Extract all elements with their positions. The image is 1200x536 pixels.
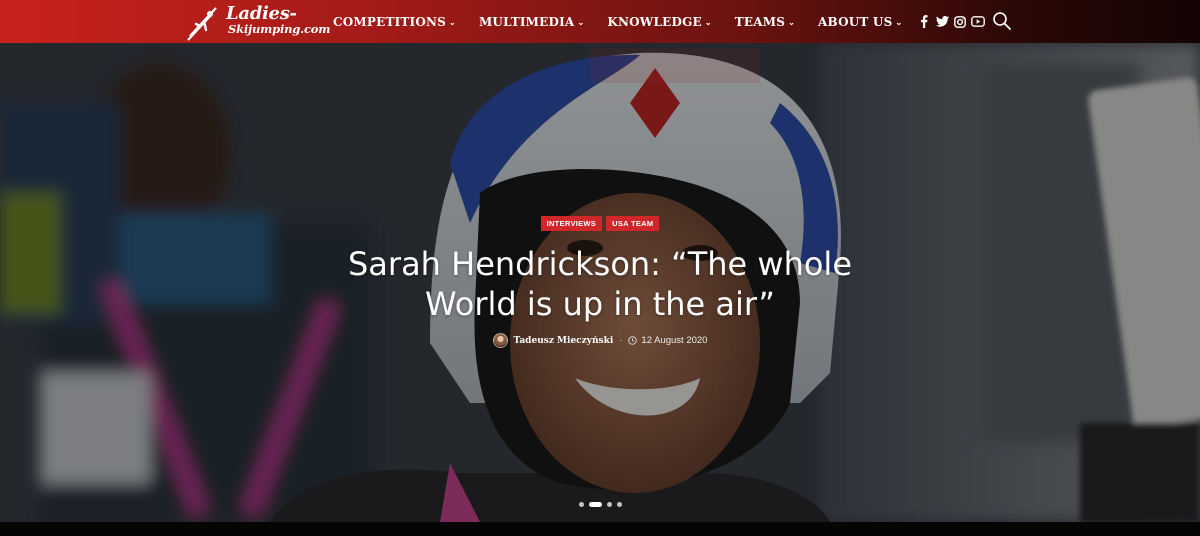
nav-teams-label: TEAMS	[734, 14, 786, 29]
logo-line-1: Ladies-	[226, 3, 297, 24]
chevron-down-icon: ⌄	[895, 17, 903, 27]
chevron-down-icon: ⌄	[788, 17, 796, 27]
nav-teams[interactable]: TEAMS ⌄	[735, 15, 795, 29]
social-links	[917, 0, 989, 43]
nav-competitions[interactable]: COMPETITIONS ⌄	[333, 15, 456, 29]
author-avatar[interactable]	[492, 333, 508, 348]
site-header: Ladies- Skijumping.com COMPETITIONS ⌄ MU…	[0, 0, 1200, 43]
clock-icon	[628, 336, 638, 345]
slider-dot[interactable]	[616, 502, 622, 507]
slider-pagination	[0, 502, 1200, 507]
article-meta: Tadeusz Mieczyński · 12 August 2020	[0, 333, 1200, 348]
nav-knowledge[interactable]: KNOWLEDGE ⌄	[607, 15, 711, 29]
chevron-down-icon: ⌄	[449, 17, 456, 27]
nav-knowledge-label: KNOWLEDGE	[607, 14, 702, 29]
search-icon[interactable]	[992, 11, 1012, 31]
meta-separator: ·	[619, 335, 623, 346]
logo-wordmark: Ladies- Skijumping.com	[226, 5, 330, 36]
chevron-down-icon: ⌄	[577, 17, 585, 27]
logo-line-2: Skijumping.com	[228, 22, 331, 36]
chevron-down-icon: ⌄	[704, 17, 712, 27]
ski-jumper-logo-icon	[187, 7, 217, 41]
youtube-icon[interactable]	[971, 15, 985, 29]
main-nav: COMPETITIONS ⌄ MULTIMEDIA ⌄ KNOWLEDGE ⌄ …	[333, 0, 925, 43]
category-badges: INTERVIEWS USA TEAM	[0, 216, 1200, 231]
featured-slider[interactable]: INTERVIEWS USA TEAM Sarah Hendrickson: “…	[0, 43, 1200, 522]
nav-multimedia[interactable]: MULTIMEDIA ⌄	[479, 15, 584, 29]
twitter-icon[interactable]	[935, 15, 949, 29]
facebook-icon[interactable]	[917, 15, 931, 29]
nav-about-us-label: ABOUT US	[818, 14, 893, 29]
page-bottom-strip	[0, 522, 1200, 536]
article-title[interactable]: Sarah Hendrickson: “The whole World is u…	[300, 244, 900, 324]
instagram-icon[interactable]	[953, 15, 967, 29]
slider-dot[interactable]	[606, 502, 612, 507]
publish-date: 12 August 2020	[641, 335, 708, 346]
slider-dot[interactable]	[578, 502, 584, 507]
category-usa-team[interactable]: USA TEAM	[606, 216, 660, 231]
nav-multimedia-label: MULTIMEDIA	[478, 14, 575, 29]
nav-about-us[interactable]: ABOUT US ⌄	[818, 15, 902, 29]
slider-dot-active[interactable]	[588, 502, 602, 507]
nav-competitions-label: COMPETITIONS	[333, 14, 447, 29]
site-logo[interactable]: Ladies- Skijumping.com	[186, 2, 330, 42]
author-name[interactable]: Tadeusz Mieczyński	[514, 336, 614, 346]
category-interviews[interactable]: INTERVIEWS	[540, 216, 603, 231]
